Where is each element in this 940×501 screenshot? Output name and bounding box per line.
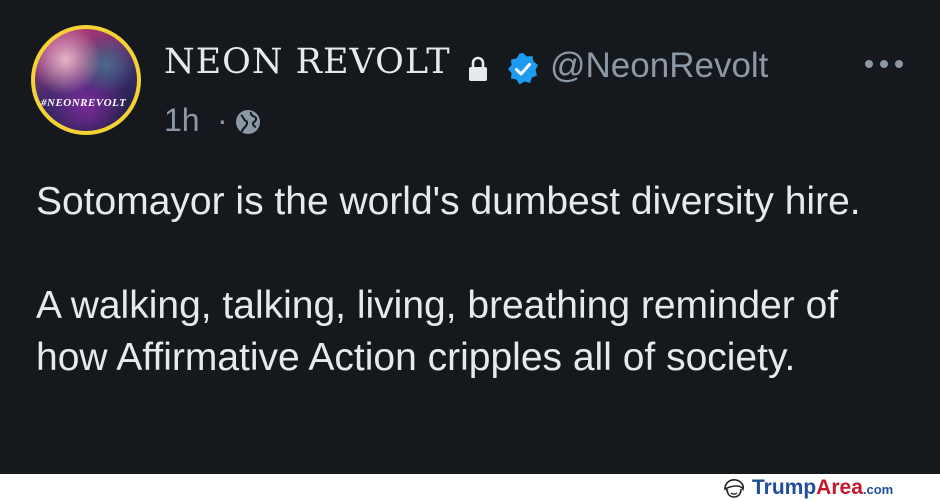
post-paragraph: Sotomayor is the world's dumbest diversi… <box>36 180 861 223</box>
post-card: #NEONREVOLT NEON REVOLT @NeonRevolt 1h ·… <box>0 0 940 474</box>
toupee-logo-icon <box>724 479 744 498</box>
globe-icon <box>236 110 260 134</box>
watermark-bar: TrumpArea.com <box>0 474 940 501</box>
meta-separator: · <box>217 102 228 138</box>
watermark-part2: Area <box>816 476 863 499</box>
more-options-icon[interactable] <box>863 57 905 71</box>
post-paragraph: A walking, talking, living, breathing re… <box>36 284 839 379</box>
handle[interactable]: @NeonRevolt <box>550 46 768 86</box>
avatar-label: #NEONREVOLT <box>41 97 127 109</box>
watermark-part3: .com <box>862 482 894 497</box>
verified-badge-icon <box>508 53 538 85</box>
watermark-part1: Trump <box>752 476 817 499</box>
watermark-text[interactable]: TrumpArea.com <box>752 476 893 500</box>
lock-icon <box>469 56 487 81</box>
avatar[interactable]: #NEONREVOLT <box>31 25 141 135</box>
timestamp[interactable]: 1h <box>164 102 200 139</box>
display-name[interactable]: NEON REVOLT <box>164 42 451 82</box>
post-text: Sotomayor is the world's dumbest diversi… <box>36 176 916 384</box>
